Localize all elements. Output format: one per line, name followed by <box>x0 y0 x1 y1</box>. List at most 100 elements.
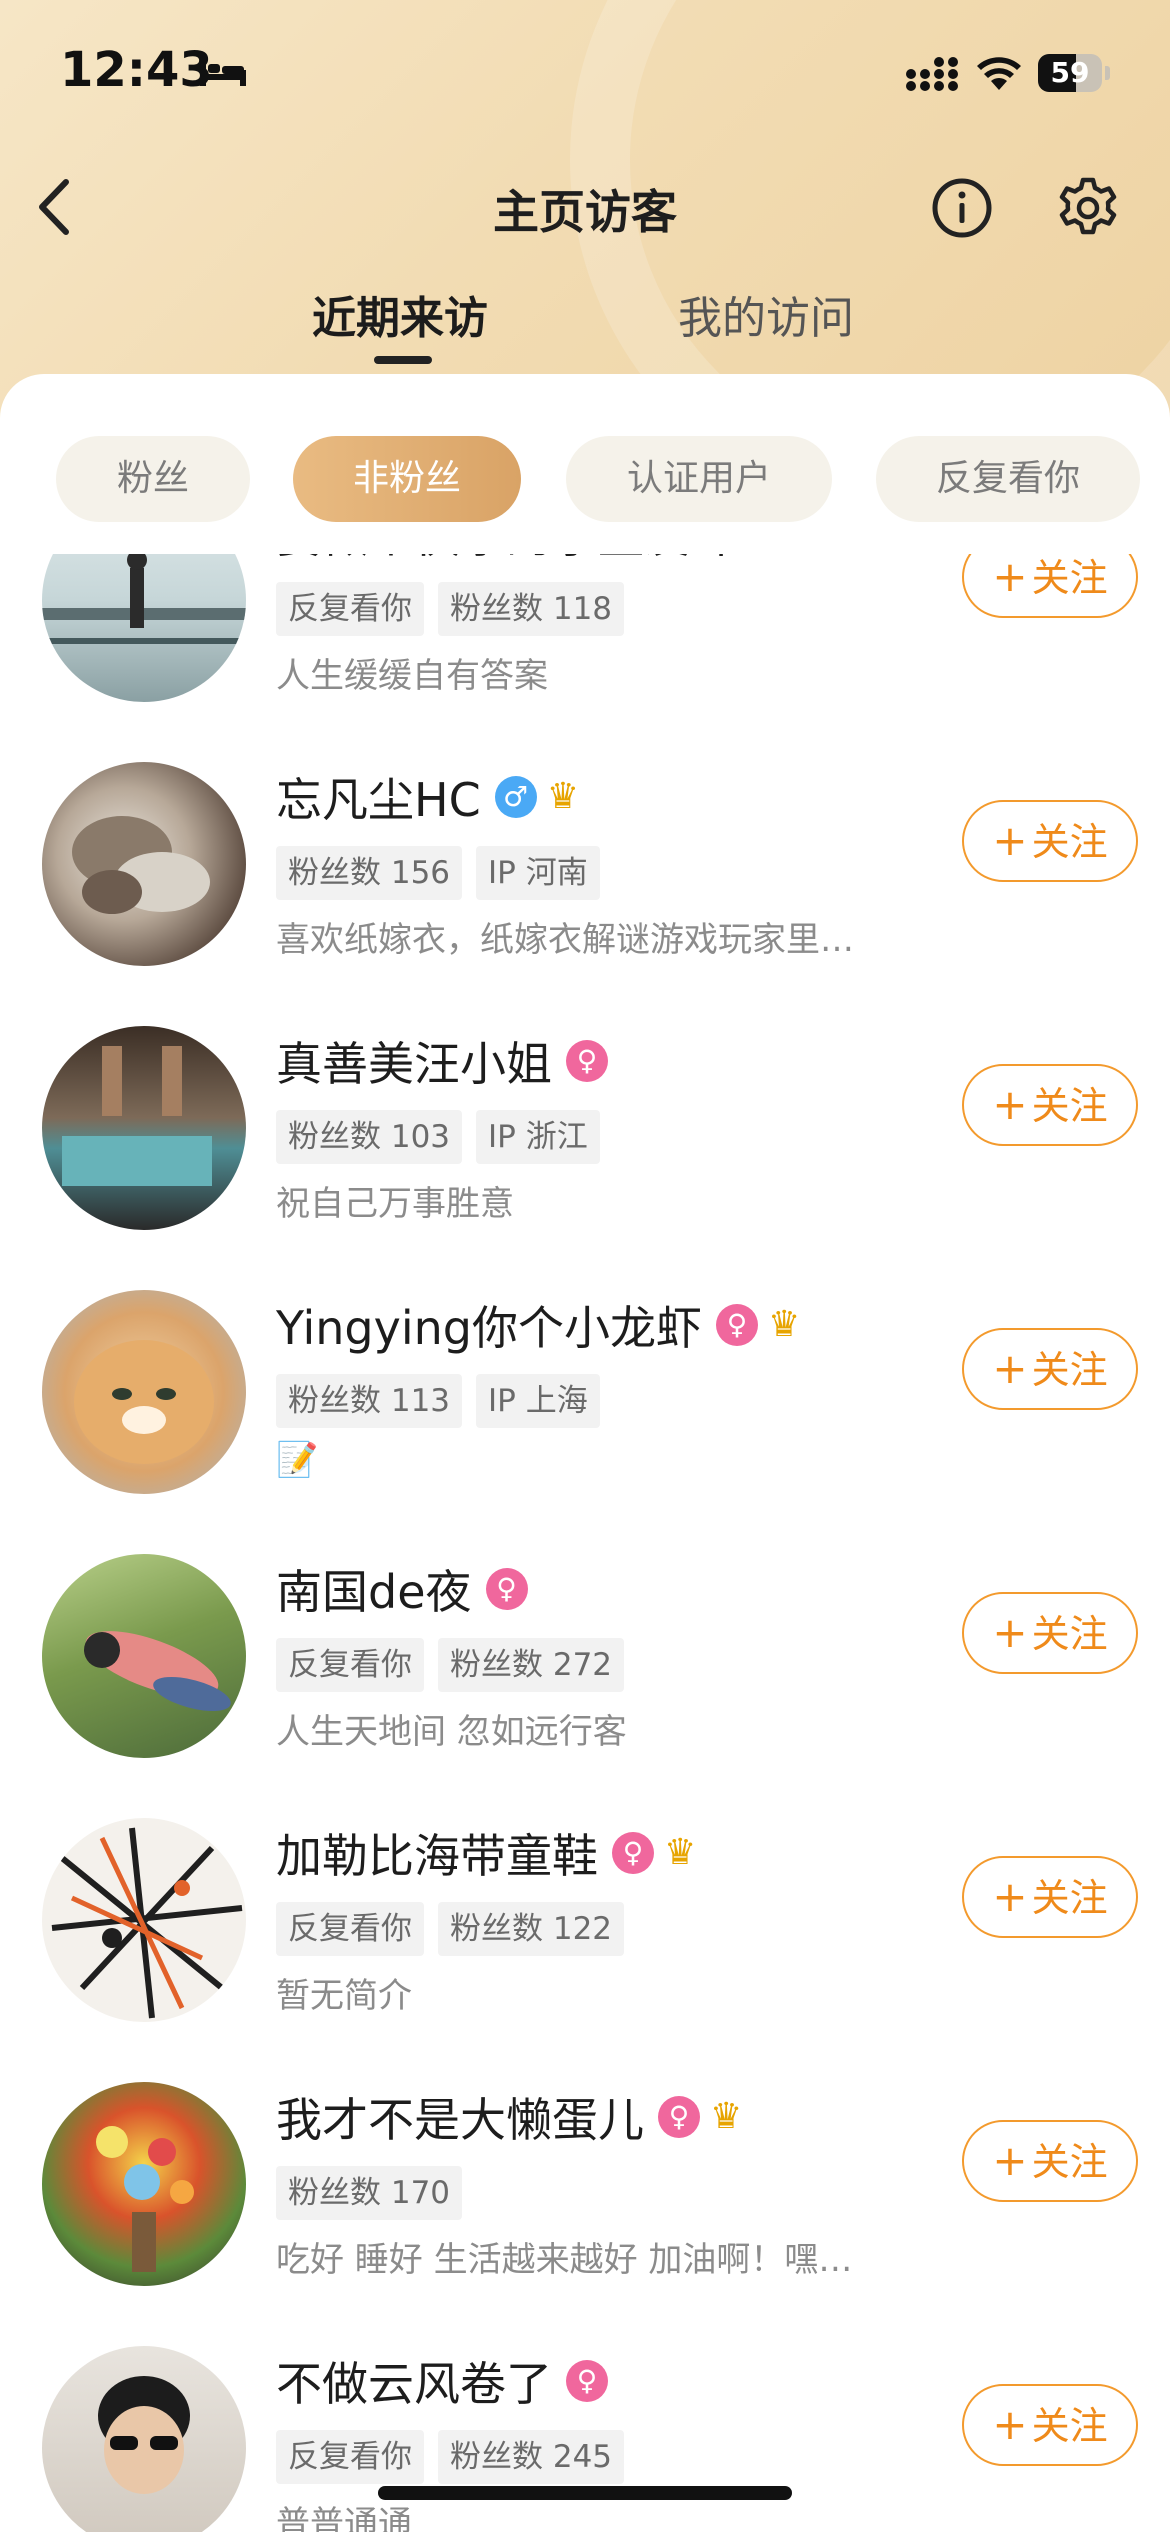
visitor-name[interactable]: 加勒比海带童鞋 <box>276 1820 598 1886</box>
avatar[interactable] <box>42 762 246 966</box>
female-icon: ♀ <box>485 1568 528 1610</box>
tag: 反复看你 <box>276 1902 424 1956</box>
crown-icon: ♛ <box>546 776 579 817</box>
plus-icon: + <box>992 1344 1028 1393</box>
avatar[interactable] <box>42 1554 246 1758</box>
list-item[interactable]: 忘凡尘HC ♂ ♛ 粉丝数 156 IP 河南 喜欢纸嫁衣，纸嫁衣解谜游戏玩家里… <box>0 762 1170 1026</box>
name-line: Yingying你个小龙虾 ♀ ♛ <box>276 1290 800 1360</box>
visitor-list: 要做个快乐的小盆友吖 ♀ 反复看你 粉丝数 118 人生缓缓自有答案 +关注 忘… <box>0 554 1170 2532</box>
name-line: 加勒比海带童鞋 ♀ ♛ <box>276 1818 696 1888</box>
tag: 反复看你 <box>276 2430 424 2484</box>
crown-icon: ♛ <box>664 1832 697 1873</box>
cellular-signal-icon <box>906 57 958 91</box>
list-item[interactable]: Yingying你个小龙虾 ♀ ♛ 粉丝数 113 IP 上海 📝 + 关注 <box>0 1290 1170 1554</box>
list-item[interactable]: 不做云风卷了 ♀ 反复看你 粉丝数 245 普普通通 + 关注 <box>0 2346 1170 2532</box>
avatar[interactable] <box>42 554 246 702</box>
visitor-name[interactable]: 我才不是大懒蛋儿 <box>276 2084 644 2150</box>
avatar-image <box>42 554 246 644</box>
visitor-name[interactable]: 真善美汪小姐 <box>276 1028 552 1094</box>
avatar-image <box>96 2126 194 2272</box>
follow-label: 关注 <box>1031 556 1108 600</box>
follow-button[interactable]: + 关注 <box>962 1064 1138 1146</box>
name-line: 忘凡尘HC ♂ ♛ <box>276 762 579 832</box>
visitor-bio: 吃好 睡好 生活越来越好 加油啊！嘿… <box>276 2240 853 2280</box>
tag-group: 粉丝数 170 <box>276 2166 476 2220</box>
tag: 粉丝数 122 <box>438 1902 625 1956</box>
female-icon: ♀ <box>612 1832 654 1874</box>
name-line: 南国de夜 ♀ <box>276 1554 528 1624</box>
visitor-name[interactable]: Yingying你个小龙虾 <box>276 1292 702 1358</box>
tag-group: 反复看你 粉丝数 118 <box>276 582 638 636</box>
tab-recent-visits[interactable]: 近期来访 <box>312 282 488 346</box>
tag-group: 反复看你 粉丝数 272 <box>276 1638 638 1692</box>
avatar[interactable] <box>42 1818 246 2022</box>
list-item[interactable]: 我才不是大懒蛋儿 ♀ ♛ 粉丝数 170 吃好 睡好 生活越来越好 加油啊！嘿…… <box>0 2082 1170 2346</box>
active-tab-indicator <box>374 356 432 364</box>
filter-chips: 粉丝 非粉丝 认证用户 反复看你 <box>0 436 1170 524</box>
tag: 粉丝数 118 <box>438 582 625 636</box>
avatar-image <box>74 1340 214 1464</box>
male-icon: ♂ <box>494 776 537 818</box>
female-icon: ♀ <box>715 1304 758 1346</box>
visitor-name[interactable]: 要做个快乐的小盆友吖 <box>276 554 736 566</box>
female-icon: ♀ <box>566 2360 608 2402</box>
visitor-bio: 人生天地间 忽如远行客 <box>276 1712 627 1752</box>
follow-button[interactable]: + 关注 <box>962 554 1138 618</box>
avatar-image <box>51 1827 243 2019</box>
visitor-bio: 普普通通 <box>276 2504 412 2532</box>
filter-non-fans[interactable]: 非粉丝 <box>293 436 521 522</box>
visitor-bio: 📝 <box>276 1440 319 1480</box>
tag-group: 反复看你 粉丝数 122 <box>276 1902 638 1956</box>
tag: 粉丝数 272 <box>438 1638 625 1692</box>
list-item[interactable]: 南国de夜 ♀ 反复看你 粉丝数 272 人生天地间 忽如远行客 + 关注 <box>0 1554 1170 1818</box>
avatar[interactable] <box>42 1290 246 1494</box>
follow-button[interactable]: + 关注 <box>962 2384 1138 2466</box>
female-icon: ♀ <box>566 1040 608 1082</box>
name-line: 我才不是大懒蛋儿 ♀ ♛ <box>276 2082 742 2152</box>
filter-fans[interactable]: 粉丝 <box>56 436 250 522</box>
battery-percent: 59 <box>1050 56 1090 89</box>
avatar[interactable] <box>42 1026 246 1230</box>
crown-icon: ♛ <box>710 2096 743 2137</box>
tag: IP 浙江 <box>476 1110 600 1164</box>
plus-icon: + <box>992 1872 1028 1921</box>
female-icon: ♀ <box>658 2096 700 2138</box>
battery-tip <box>1105 66 1110 80</box>
tag-group: 粉丝数 103 IP 浙江 <box>276 1110 614 1164</box>
info-icon[interactable] <box>930 176 994 240</box>
filter-repeat-viewers[interactable]: 反复看你 <box>876 436 1140 522</box>
follow-button[interactable]: + 关注 <box>962 1592 1138 1674</box>
tag: 反复看你 <box>276 1638 424 1692</box>
follow-label: 关注 <box>1031 1348 1108 1392</box>
visitor-bio: 暂无简介 <box>276 1976 412 2016</box>
status-bar: 12:43 59 <box>0 0 1170 140</box>
list-item[interactable]: 要做个快乐的小盆友吖 ♀ 反复看你 粉丝数 118 人生缓缓自有答案 +关注 <box>0 554 1170 762</box>
plus-icon: + <box>992 2400 1028 2449</box>
avatar[interactable] <box>42 2082 246 2286</box>
tag: 粉丝数 156 <box>276 846 463 900</box>
follow-button[interactable]: + 关注 <box>962 1856 1138 1938</box>
plus-icon: + <box>992 554 1028 601</box>
tag-group: 粉丝数 156 IP 河南 <box>276 846 614 900</box>
tab-my-visits[interactable]: 我的访问 <box>678 282 854 346</box>
plus-icon: + <box>992 816 1028 865</box>
visitor-bio: 祝自己万事胜意 <box>276 1184 514 1224</box>
follow-button[interactable]: + 关注 <box>962 1328 1138 1410</box>
visitor-name[interactable]: 忘凡尘HC <box>276 764 481 830</box>
tag: 粉丝数 245 <box>438 2430 625 2484</box>
name-line: 真善美汪小姐 ♀ <box>276 1026 608 1096</box>
tag: 粉丝数 170 <box>276 2166 463 2220</box>
list-item[interactable]: 真善美汪小姐 ♀ 粉丝数 103 IP 浙江 祝自己万事胜意 + 关注 <box>0 1026 1170 1290</box>
follow-button[interactable]: + 关注 <box>962 2120 1138 2202</box>
tag-group: 粉丝数 113 IP 上海 <box>276 1374 614 1428</box>
home-indicator[interactable] <box>378 2486 792 2500</box>
visitor-name[interactable]: 不做云风卷了 <box>276 2348 552 2414</box>
avatar[interactable] <box>42 2346 246 2532</box>
follow-button[interactable]: + 关注 <box>962 800 1138 882</box>
gear-icon[interactable] <box>1056 176 1120 240</box>
name-line: 要做个快乐的小盆友吖 ♀ <box>276 554 792 568</box>
filter-verified-users[interactable]: 认证用户 <box>566 436 832 522</box>
list-item[interactable]: 加勒比海带童鞋 ♀ ♛ 反复看你 粉丝数 122 暂无简介 + 关注 <box>0 1818 1170 2082</box>
visitor-name[interactable]: 南国de夜 <box>276 1556 472 1622</box>
follow-label: 关注 <box>1031 2140 1108 2184</box>
